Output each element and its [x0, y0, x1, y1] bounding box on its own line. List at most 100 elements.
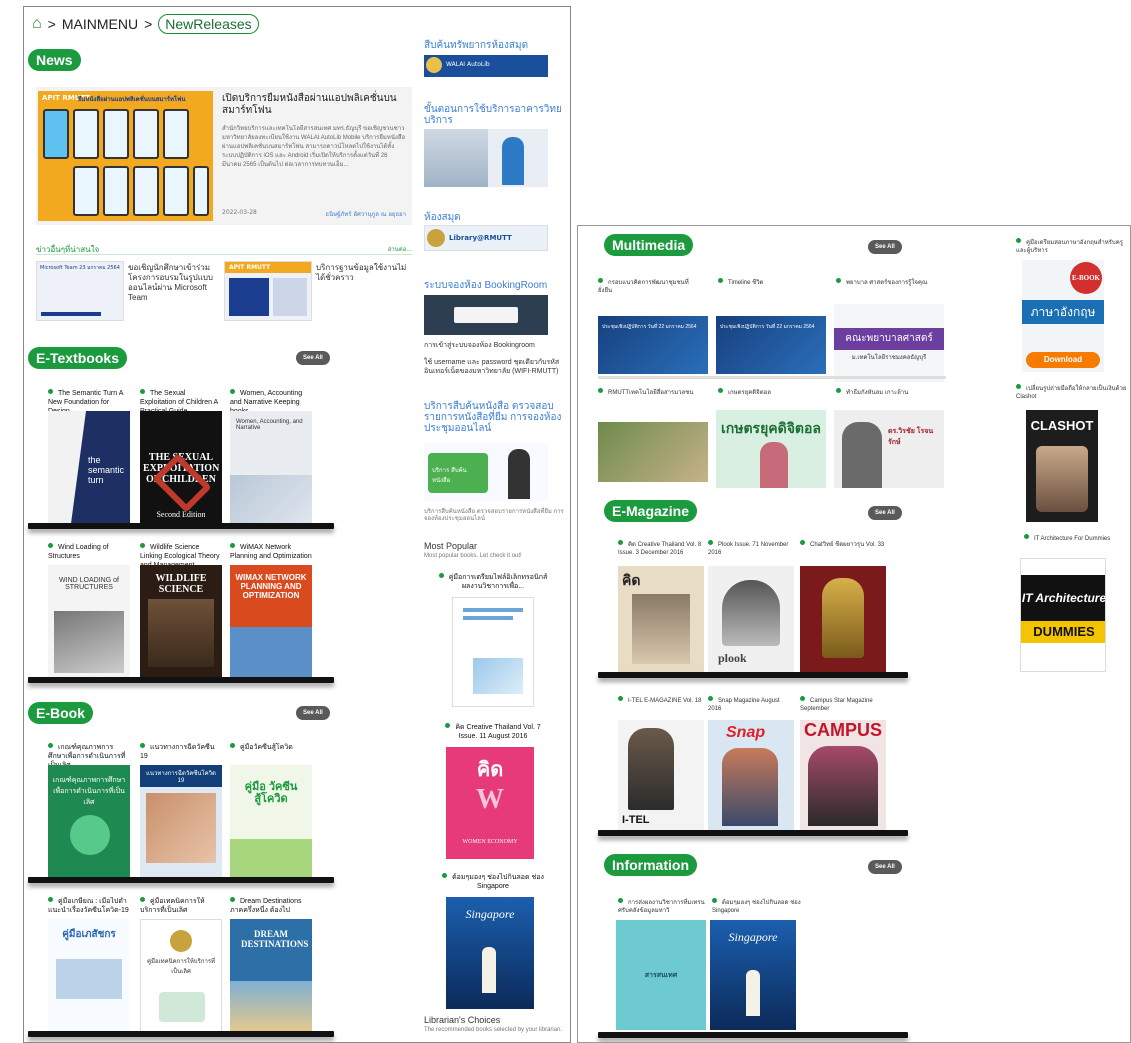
ebook-title[interactable]: เกณฑ์คุณภาพการศึกษาเพื่อการดำเนินการที่เ…: [48, 743, 130, 765]
sidebar-banner-library[interactable]: Library@RMUTT: [424, 225, 548, 251]
breadcrumb-mainmenu[interactable]: MAINMENU: [62, 16, 138, 32]
news-item-title[interactable]: บริการฐานข้อมูลใช้งานไม่ได้ชั่วคราว: [316, 263, 408, 283]
popular-book-title[interactable]: คู่มือการเตรียมไฟล์อิเล็กทรอนิกส์ผลงานวิ…: [436, 573, 550, 593]
ebook-title[interactable]: Dream Destinations ภาคครึ่งหนึ่ง ต้องไป: [230, 897, 312, 919]
information-title[interactable]: การส่งผลงานวิชาการที่มเทรนศรับคลังข้อมูล…: [618, 898, 708, 918]
multimedia-title[interactable]: Timeline ชีวิต: [718, 278, 818, 296]
etextbook-cover[interactable]: WIND LOADING of STRUCTURES: [48, 565, 130, 679]
multimedia-title[interactable]: กรอบแนวคิดการพัฒนาชุมชนที่ยั่งยืน: [598, 278, 698, 296]
etextbook-title[interactable]: The Sexual Exploitation of Children A Pr…: [140, 389, 222, 411]
multimedia-title[interactable]: เกษตรยุคดิจิตอล: [718, 388, 818, 406]
ebook-title[interactable]: คู่มือวัคซีนสู้โควิด: [230, 743, 312, 765]
multimedia-thumb[interactable]: ประชุมเชิงปฏิบัติการ วันที่ 22 มกราคม 25…: [716, 316, 826, 374]
right-book-title[interactable]: เปลี่ยนรูปถ่ายมือถือให้กลายเป็นเงินด้วย …: [1016, 384, 1128, 404]
etextbook-title[interactable]: Wind Loading of Structures: [48, 543, 130, 565]
emagazine-see-all-button[interactable]: See All: [868, 506, 902, 520]
home-icon[interactable]: ⌂: [32, 15, 42, 33]
etextbook-title[interactable]: Wildlife Science Linking Ecological Theo…: [140, 543, 222, 565]
right-book-cover[interactable]: E-BOOK ภาษาอังกฤษ Download: [1022, 260, 1104, 372]
emagazine-title[interactable]: คิด Creative Thailand Vol. 8 Issue. 3 De…: [618, 540, 704, 564]
emagazine-cover[interactable]: Snap: [708, 720, 794, 830]
ebook-title[interactable]: คู่มือเทคนิคการให้บริการที่เป็นเลิศ: [140, 897, 222, 919]
news-feature-banner[interactable]: APIT RMUTT ยืมหนังสือผ่านแอปพลิเคชั่นบนส…: [38, 91, 213, 221]
sidebar-title[interactable]: ระบบจองห้อง BookingRoom: [424, 280, 564, 291]
etextbook-cover[interactable]: WILDLIFE SCIENCE: [140, 565, 222, 679]
ebook-cover[interactable]: คู่มือ วัคซีน สู้โควิด: [230, 765, 312, 879]
news-item-thumb[interactable]: APIT RMUTT: [224, 261, 312, 321]
emagazine-cover[interactable]: คิด: [618, 566, 704, 674]
multimedia-title[interactable]: พยาบาล ศาสตร์ของการรู้ใจคุณ: [836, 278, 940, 296]
popular-book-cover[interactable]: คิด W WOMEN ECONOMY: [446, 747, 534, 859]
emagazine-cover[interactable]: plook: [708, 566, 794, 674]
multimedia-see-all-button[interactable]: See All: [868, 240, 902, 254]
multimedia-thumb[interactable]: ประชุมเชิงปฏิบัติการ วันที่ 22 มกราคม 25…: [598, 316, 708, 374]
emagazine-cover[interactable]: [800, 566, 886, 674]
multimedia-thumb[interactable]: ดร.วิรชัย โรจนรักษ์: [834, 410, 944, 488]
breadcrumb-current[interactable]: NewReleases: [158, 14, 259, 34]
sidebar-banner-walai[interactable]: WALAI AutoLib: [424, 55, 548, 77]
popular-book-cover[interactable]: [452, 597, 534, 707]
multimedia-title[interactable]: ทำธีมกังหันลม เกาะล้าน: [836, 388, 940, 406]
information-cover[interactable]: Singapore: [710, 920, 796, 1030]
etextbooks-header[interactable]: E-Textbooks: [28, 347, 127, 369]
ebook-cover[interactable]: คู่มือเภสัชกร: [48, 919, 130, 1033]
etextbook-title[interactable]: The Semantic Turn A New Foundation for D…: [48, 389, 130, 411]
popular-book-cover[interactable]: Singapore: [446, 897, 534, 1009]
multimedia-thumb[interactable]: เกษตรยุคดิจิตอล: [716, 410, 826, 488]
information-title[interactable]: ด้อมๆมองๆ ช่องไปกินลอด ช่อง Singapore: [712, 898, 802, 918]
etextbook-title[interactable]: Women, Accounting and Narrative Keeping …: [230, 389, 312, 411]
sidebar-booking-desc2: ใช้ username และ password ชุดเดียวกับรหั…: [424, 359, 560, 375]
emagazine-title[interactable]: Plook Issue. 71 November 2016: [708, 540, 794, 564]
right-book-title[interactable]: คู่มือเตรียมสอบภาษาอังกฤษสำหรับครูและผู้…: [1016, 238, 1128, 258]
sidebar-title[interactable]: สืบค้นทรัพยากรห้องสมุด: [424, 40, 564, 51]
right-book-cover[interactable]: IT Architecture DUMMIES: [1020, 558, 1106, 672]
ebook-cover[interactable]: แนวทางการฉีดวัคซีนโควิด 19: [140, 765, 222, 879]
ebook-cover[interactable]: DREAM DESTINATIONS: [230, 919, 312, 1033]
emagazine-title[interactable]: Snap Magazine August 2016: [708, 696, 794, 716]
multimedia-thumb[interactable]: คณะพยาบาลศาสตร์ ม.เทคโนโลยีราชมงคลธัญบุร…: [834, 304, 944, 382]
etextbook-title[interactable]: WiMAX Network Planning and Optimization: [230, 543, 312, 565]
news-more-link[interactable]: อ่านต่อ...: [388, 244, 412, 254]
sidebar-banner-booking[interactable]: [424, 295, 548, 335]
news-feature-title[interactable]: เปิดบริการยืมหนังสือผ่านแอปพลิเคชั่นบนสม…: [222, 93, 408, 117]
sidebar-banner-building[interactable]: [424, 129, 548, 187]
ebook-cover[interactable]: คู่มือเทคนิคการให้บริการที่เป็นเลิศ: [140, 919, 222, 1033]
multimedia-thumb[interactable]: [598, 422, 708, 482]
etextbook-cover[interactable]: THE SEXUAL EXPLOITATION OF CHILDREN Seco…: [140, 411, 222, 525]
multimedia-title[interactable]: RMUTTเทคโนโลยีสื่อสารมวลชน: [598, 388, 698, 406]
right-book-title[interactable]: IT Architecture For Dummies: [1024, 534, 1124, 554]
sidebar-title[interactable]: ห้องสมุด: [424, 212, 564, 223]
ebook-header[interactable]: E-Book: [28, 702, 93, 724]
ebook-cover[interactable]: เกณฑ์คุณภาพการศึกษาเพื่อการดำเนินการที่เ…: [48, 765, 130, 879]
sidebar-title[interactable]: ขั้นตอนการใช้บริการอาคารวิทยบริการ: [424, 104, 564, 126]
news-feature[interactable]: APIT RMUTT ยืมหนังสือผ่านแอปพลิเคชั่นบนส…: [36, 87, 412, 225]
ebook-see-all-button[interactable]: See All: [296, 706, 330, 720]
popular-book-title[interactable]: ด้อมๆมองๆ ช่องไปกินลอด ช่อง Singapore: [436, 873, 550, 893]
phone-graphic: [73, 109, 99, 159]
etextbook-cover[interactable]: the semantic turn: [48, 411, 130, 525]
merlion-graphic: [482, 947, 496, 993]
emagazine-title[interactable]: I-TEL E-MAGAZINE Vol. 18: [618, 696, 704, 716]
news-header[interactable]: News: [28, 49, 81, 71]
news-item-title[interactable]: ขอเชิญนักศึกษาเข้าร่วมโครงการอบรมในรูปแบ…: [128, 263, 220, 303]
emagazine-cover[interactable]: I-TEL: [618, 720, 704, 830]
etextbooks-see-all-button[interactable]: See All: [296, 351, 330, 365]
popular-book-title[interactable]: คิด Creative Thailand Vol. 7 Issue. 11 A…: [436, 723, 550, 743]
information-cover[interactable]: สารสนเทศ: [616, 920, 706, 1030]
multimedia-header[interactable]: Multimedia: [604, 234, 694, 256]
ebook-title[interactable]: แนวทางการฉีดวัคซีน 19: [140, 743, 222, 765]
etextbook-cover[interactable]: WIMAX NETWORK PLANNING AND OPTIMIZATION: [230, 565, 312, 679]
sidebar-title[interactable]: บริการสืบค้นหนังสือ ตรวจสอบรายการหนังสือ…: [424, 401, 564, 434]
emagazine-cover[interactable]: CAMPUS: [800, 720, 886, 830]
emagazine-title[interactable]: Chatวิทย์ ชีดผยาวรุน Vol. 33: [800, 540, 886, 564]
news-item-thumb[interactable]: Microsoft Team 23 มกราคม 2564: [36, 261, 124, 321]
emagazine-header[interactable]: E-Magazine: [604, 500, 698, 522]
sidebar-banner-search[interactable]: บริการ สืบค้นหนังสือ: [424, 443, 548, 501]
ebook-title[interactable]: คู่มือเกษียณ : เมื่อไปดำแนะนำเรื่องวัคซี…: [48, 897, 130, 919]
emagazine-title[interactable]: Campus Star Magazine September: [800, 696, 886, 716]
etextbook-cover[interactable]: Women, Accounting, and Narrative: [230, 411, 312, 525]
information-header[interactable]: Information: [604, 854, 697, 876]
information-see-all-button[interactable]: See All: [868, 860, 902, 874]
news-feature-author[interactable]: ธนิษฐ์ภัทร์ อัศวานุกูล ณ อยุธยา: [325, 209, 406, 219]
right-book-cover[interactable]: CLASHOT: [1026, 410, 1098, 522]
